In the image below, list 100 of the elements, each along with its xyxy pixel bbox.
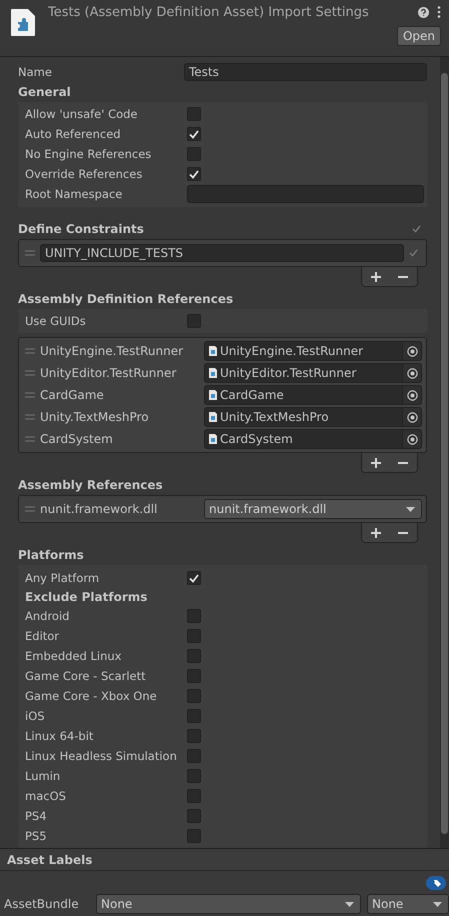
field-label: Auto Referenced xyxy=(24,127,122,141)
reference-name: CardSystem xyxy=(40,432,114,446)
target-icon xyxy=(406,368,418,378)
minus-icon[interactable] xyxy=(398,532,408,534)
field-label: Name xyxy=(18,65,53,79)
field-label: Editor xyxy=(24,629,60,643)
caret-icon xyxy=(345,902,354,906)
object-field[interactable]: CardGame xyxy=(204,385,422,405)
field-label: Linux Headless Simulation xyxy=(24,749,178,763)
open-button[interactable]: Open xyxy=(396,26,441,46)
drag-handle-icon[interactable] xyxy=(25,414,35,420)
drag-handle-icon[interactable] xyxy=(25,250,35,256)
field-label: Use GUIDs xyxy=(24,314,87,328)
constraint-field[interactable]: UNITY_INCLUDE_TESTS xyxy=(40,244,404,262)
field-label: Linux 64-bit xyxy=(24,729,94,743)
field-label: Android xyxy=(24,609,70,623)
field-label: Game Core - Scarlett xyxy=(24,669,147,683)
checkbox[interactable] xyxy=(187,107,201,121)
caret-icon xyxy=(406,506,415,512)
reference-value: CardSystem xyxy=(220,432,293,446)
object-picker-button[interactable] xyxy=(402,342,421,360)
checkbox[interactable] xyxy=(187,167,201,181)
object-field[interactable]: UnityEditor.TestRunner xyxy=(204,363,422,383)
object-picker-button[interactable] xyxy=(402,408,421,426)
checkbox[interactable] xyxy=(187,829,201,843)
field-label: PS5 xyxy=(24,829,48,843)
field-label: Allow 'unsafe' Code xyxy=(24,107,139,121)
dropdown[interactable]: nunit.framework.dll xyxy=(204,499,422,519)
section-heading: Asset Labels xyxy=(7,852,92,866)
drag-handle-icon[interactable] xyxy=(25,392,35,398)
field-label: Override References xyxy=(24,167,144,181)
text-field[interactable] xyxy=(187,185,424,203)
checkbox[interactable] xyxy=(187,147,201,161)
reference-name: UnityEditor.TestRunner xyxy=(40,366,178,380)
help-icon[interactable] xyxy=(418,6,429,18)
section-heading: Assembly References xyxy=(18,477,164,494)
field-label: Any Platform xyxy=(24,571,100,585)
field-label: Lumin xyxy=(24,769,62,783)
object-picker-button[interactable] xyxy=(402,430,421,448)
asset-file-icon xyxy=(10,9,36,36)
caret-icon xyxy=(433,902,442,906)
reference-name: Unity.TextMeshPro xyxy=(40,410,150,424)
target-icon xyxy=(406,434,418,444)
checkbox[interactable] xyxy=(187,769,201,783)
field-label: Root Namespace xyxy=(24,187,124,201)
dropdown[interactable]: None xyxy=(96,894,361,914)
object-picker-button[interactable] xyxy=(402,386,421,404)
reference-value: CardGame xyxy=(220,388,284,402)
reference-name: UnityEngine.TestRunner xyxy=(40,344,184,358)
plus-icon[interactable] xyxy=(370,272,381,282)
drag-handle-icon[interactable] xyxy=(25,436,35,442)
dropdown[interactable]: None xyxy=(367,894,449,914)
target-icon xyxy=(406,412,418,422)
checkbox[interactable] xyxy=(187,709,201,723)
section-heading: General xyxy=(18,84,72,101)
checkbox[interactable] xyxy=(187,789,201,803)
checkbox[interactable] xyxy=(187,809,201,823)
minus-icon[interactable] xyxy=(398,462,408,464)
field-label: AssetBundle xyxy=(4,897,80,911)
checkbox[interactable] xyxy=(187,609,201,623)
checkbox[interactable] xyxy=(187,669,201,683)
more-options-icon[interactable] xyxy=(437,6,441,18)
checkbox[interactable] xyxy=(187,314,201,328)
reference-value: UnityEditor.TestRunner xyxy=(220,366,356,380)
field-label: PS4 xyxy=(24,809,48,823)
scrollbar[interactable] xyxy=(440,57,449,848)
reference-name: CardGame xyxy=(40,388,105,402)
object-field[interactable]: CardSystem xyxy=(204,429,422,449)
subsection-heading: Exclude Platforms xyxy=(24,589,148,606)
drag-handle-icon[interactable] xyxy=(25,506,35,512)
field-label: iOS xyxy=(24,709,46,723)
plus-icon[interactable] xyxy=(370,458,381,468)
checkbox[interactable] xyxy=(187,749,201,763)
object-field[interactable]: UnityEngine.TestRunner xyxy=(204,341,422,361)
checkbox[interactable] xyxy=(187,127,201,141)
drag-handle-icon[interactable] xyxy=(25,348,35,354)
minus-icon[interactable] xyxy=(398,276,408,278)
file-icon xyxy=(209,368,217,378)
target-icon xyxy=(406,390,418,400)
field-label: Game Core - Xbox One xyxy=(24,689,158,703)
file-icon xyxy=(209,434,217,444)
checkbox[interactable] xyxy=(187,629,201,643)
reference-value: Unity.TextMeshPro xyxy=(220,410,329,424)
tag-icon[interactable] xyxy=(426,876,446,890)
object-picker-button[interactable] xyxy=(402,364,421,382)
scrollbar-thumb[interactable] xyxy=(441,73,448,834)
checkbox[interactable] xyxy=(187,649,201,663)
target-icon xyxy=(406,346,418,356)
section-heading: Assembly Definition References xyxy=(18,291,234,308)
checkbox[interactable] xyxy=(187,729,201,743)
checkbox[interactable] xyxy=(187,571,201,585)
plus-icon[interactable] xyxy=(370,528,381,538)
checkmark-icon xyxy=(408,249,418,257)
checkbox[interactable] xyxy=(187,689,201,703)
object-field[interactable]: Unity.TextMeshPro xyxy=(204,407,422,427)
reference-value: UnityEngine.TestRunner xyxy=(220,344,364,358)
file-icon xyxy=(209,412,217,422)
name-field[interactable]: Tests xyxy=(184,63,427,81)
window-title: Tests (Assembly Definition Asset) Import Settings xyxy=(47,4,370,22)
drag-handle-icon[interactable] xyxy=(25,370,35,376)
